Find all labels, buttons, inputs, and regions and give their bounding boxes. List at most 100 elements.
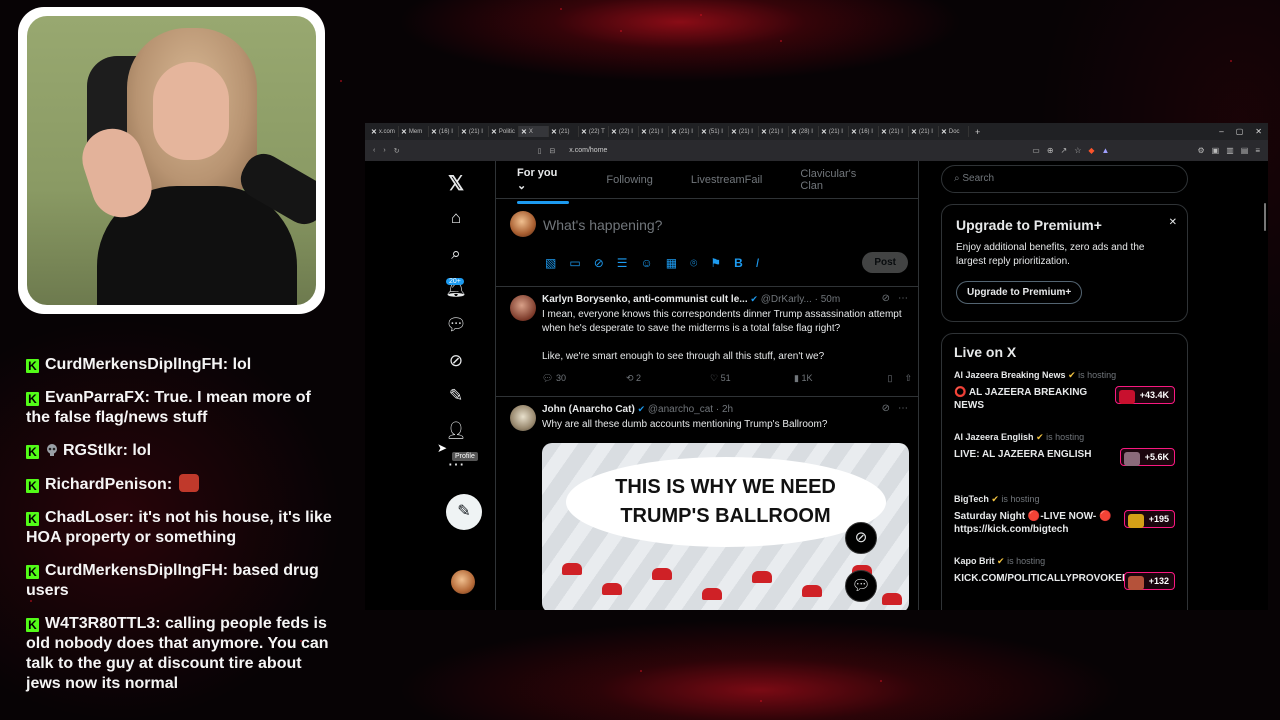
live-stream-item[interactable]: Kapo Brit ✔ is hosting KICK.COM/POLITICAL… [954,556,1175,610]
reload-icon[interactable]: ↻ [394,147,400,155]
messages-floating-icon[interactable]: 💬︎ [845,570,877,602]
chat-bubble-icon[interactable]: 💬︎ [440,315,472,335]
grok-compose-icon[interactable]: ⊘ [594,256,604,271]
live-host-name[interactable]: Al Jazeera Breaking News [954,370,1066,380]
zoom-icon[interactable]: ⊕ [1047,146,1054,155]
tweet-handle[interactable]: @anarcho_cat [648,404,713,415]
grok-explain-icon[interactable]: ⊘ [882,293,890,304]
tweet-handle[interactable]: @DrKarly... [761,294,812,305]
forward-icon[interactable]: › [383,147,385,154]
menu-icon[interactable]: ≡ [1255,146,1260,155]
italic-icon[interactable]: I [756,256,759,271]
tab-clavicular-clan[interactable]: Clavicular's Clan [800,168,880,192]
tweet-avatar[interactable] [510,405,536,431]
live-listener-pill[interactable]: +132 [1123,572,1175,590]
views-button[interactable]: ▮ 1K [794,373,878,384]
bookmark-icon[interactable]: ▯ [538,147,542,155]
browser-tab[interactable]: ✕ (22) I [609,126,639,137]
url-bar[interactable]: x.com/home [569,147,607,154]
browser-tab[interactable]: ✕ (21) I [729,126,759,137]
browser-tab[interactable]: ✕ X [519,126,549,137]
share-tweet-icon[interactable]: ⇧ [904,373,912,384]
new-tab-icon[interactable]: + [975,127,980,137]
tweet[interactable]: Karlyn Borysenko, anti-communist cult le… [496,287,918,397]
browser-tab[interactable]: ✕ (28) I [789,126,819,137]
tab-following[interactable]: Following [606,174,652,186]
browser-tab[interactable]: ✕ (22) T [579,126,609,137]
browser-tab[interactable]: ✕ (16) I [429,126,459,137]
post-button[interactable]: Post [862,252,908,273]
poll-icon[interactable]: ☰ [617,256,628,271]
home-icon[interactable]: ⌂ [440,208,472,228]
live-stream-title[interactable]: KICK.COM/POLITICALLYPROVOKED [954,572,1129,585]
browser-tab[interactable]: ✕ Mem [399,126,429,137]
like-button[interactable]: ♡ 51 [710,373,794,384]
tab-for-you[interactable]: For you ⌄ [517,167,570,204]
browser-tab[interactable]: ✕ (21) I [459,126,489,137]
live-host-name[interactable]: Al Jazeera English [954,432,1034,442]
browser-tab[interactable]: ✕ (21) I [669,126,699,137]
tweet-avatar[interactable] [510,295,536,321]
tweet-time[interactable]: · 2h [716,404,733,415]
compose-post-button[interactable]: ✎ [446,494,482,530]
live-listener-pill[interactable]: +195 [1123,510,1175,528]
schedule-icon[interactable]: ▦ [666,256,677,271]
location-icon[interactable]: ⌾ [690,256,697,271]
tweet-author-name[interactable]: John (Anarcho Cat) [542,404,635,415]
brave-shield-icon[interactable]: ◆ [1088,146,1094,155]
live-host-name[interactable]: BigTech [954,494,989,504]
extension-icon[interactable]: ▣ [1212,146,1220,155]
tweet-time[interactable]: · 50m [815,294,841,305]
grok-icon[interactable]: ⊘ [440,351,472,371]
repost-button[interactable]: ⟲ 2 [626,373,710,384]
browser-tab[interactable]: ✕ (21) I [879,126,909,137]
browser-tab[interactable]: ✕ (21) I [639,126,669,137]
search-input[interactable]: ⌕ Search [941,165,1188,193]
grok-floating-icon[interactable]: ⊘ [845,522,877,554]
minimize-icon[interactable]: – [1219,127,1223,136]
emoji-icon[interactable]: ☺ [641,256,653,271]
live-stream-item[interactable]: BigTech ✔ is hosting Saturday Night 🔴-LIV… [954,494,1175,556]
media-icon[interactable]: ▧ [545,256,556,271]
gif-icon[interactable]: ▭ [569,256,580,271]
lists-icon[interactable]: ✎ [440,386,472,406]
browser-tab[interactable]: ✕ Doc [939,126,969,137]
flag-icon[interactable]: ⚑ [710,256,721,271]
bookmark-tweet-icon[interactable]: ▯ [888,373,893,384]
live-stream-item[interactable]: Al Jazeera English ✔ is hosting LIVE: AL … [954,432,1175,494]
grok-explain-icon[interactable]: ⊘ [882,403,890,414]
wallet-icon[interactable]: ▤ [1241,146,1249,155]
explore-search-icon[interactable]: ⌕ [440,244,472,264]
profile-icon[interactable]: 👤︎ [440,421,472,441]
screenshot-icon[interactable]: ▭ [1032,146,1040,155]
live-listener-pill[interactable]: +5.6K [1119,448,1175,466]
live-stream-title[interactable]: Saturday Night 🔴-LIVE NOW- 🔴 https://kic… [954,510,1114,536]
tweet-more-icon[interactable]: ⋯ [898,403,908,414]
upgrade-premium-button[interactable]: Upgrade to Premium+ [956,281,1083,304]
browser-tab[interactable]: ✕ (21) [549,126,579,137]
live-stream-item[interactable]: Al Jazeera Breaking News ✔ is hosting ⭕ A… [954,370,1175,432]
live-listener-pill[interactable]: +43.4K [1114,386,1175,404]
browser-tab[interactable]: ✕ (51) I [699,126,729,137]
close-window-icon[interactable]: ✕ [1255,127,1262,136]
live-stream-title[interactable]: ⭕ AL JAZEERA BREAKING NEWS [954,386,1114,412]
rewards-icon[interactable]: ▲ [1102,146,1110,155]
live-host-name[interactable]: Kapo Brit [954,556,995,566]
share-icon[interactable]: ↗ [1061,146,1068,155]
browser-tab[interactable]: ✕ (21) I [759,126,789,137]
x-logo-icon[interactable]: 𝕏 [440,171,472,196]
scrollbar[interactable] [1264,203,1266,231]
site-info-icon[interactable]: ⊟ [549,147,555,155]
browser-tab[interactable]: ✕ Politic [489,126,519,137]
sidebar-icon[interactable]: ▥ [1226,146,1234,155]
tab-livestreamfail[interactable]: LivestreamFail [691,174,763,186]
back-icon[interactable]: ‹ [373,147,375,154]
live-stream-title[interactable]: LIVE: AL JAZEERA ENGLISH [954,448,1114,461]
compose-input[interactable]: What's happening? [543,217,662,233]
maximize-icon[interactable]: ▢ [1236,127,1244,136]
browser-tab[interactable]: ✕ (21) I [909,126,939,137]
browser-tab[interactable]: ✕ x.com [369,126,399,137]
tweet-more-icon[interactable]: ⋯ [898,293,908,304]
bold-icon[interactable]: B [734,256,743,271]
star-icon[interactable]: ☆ [1074,146,1081,155]
